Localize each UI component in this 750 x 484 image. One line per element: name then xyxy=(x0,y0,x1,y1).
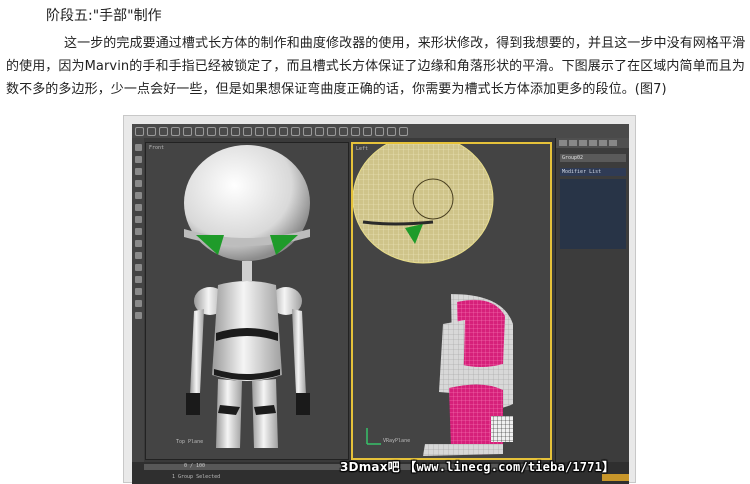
tool-icon[interactable] xyxy=(134,288,142,295)
site-watermark: 3Dmax吧 【www.linecg.com/tieba/1771】 xyxy=(340,458,614,475)
hierarchy-tab-icon[interactable] xyxy=(579,140,587,146)
curve-editor-icon[interactable] xyxy=(351,126,360,136)
3dsmax-window: Front Top Plane Left VRayPlane Group02 M… xyxy=(132,124,629,484)
viewport-footer-label: Top Plane xyxy=(176,439,204,445)
layer-icon[interactable] xyxy=(339,126,348,136)
main-toolbar xyxy=(132,124,629,138)
marvin-shaded-render xyxy=(184,145,310,448)
tool-icon[interactable] xyxy=(134,240,142,247)
move-icon[interactable] xyxy=(219,126,228,136)
modify-tab-icon[interactable] xyxy=(569,140,577,146)
motion-tab-icon[interactable] xyxy=(589,140,597,146)
link-icon[interactable] xyxy=(159,126,168,136)
tool-icon[interactable] xyxy=(134,144,142,151)
modifier-list-dropdown[interactable]: Modifier List xyxy=(560,168,626,176)
tool-icon[interactable] xyxy=(134,192,142,199)
display-tab-icon[interactable] xyxy=(599,140,607,146)
select-by-name-icon[interactable] xyxy=(195,126,204,136)
tool-icon[interactable] xyxy=(134,300,142,307)
modifier-stack[interactable] xyxy=(560,179,626,249)
body-paragraph: 这一步的完成要通过槽式长方体的制作和曲度修改器的使用，来形状修改，得到我想要的，… xyxy=(6,36,746,97)
utilities-tab-icon[interactable] xyxy=(609,140,617,146)
tool-icon[interactable] xyxy=(134,204,142,211)
section-heading: 阶段五:"手部"制作 xyxy=(46,8,162,24)
tool-icon[interactable] xyxy=(134,228,142,235)
tool-icon[interactable] xyxy=(134,264,142,271)
tool-icon[interactable] xyxy=(134,252,142,259)
unlink-icon[interactable] xyxy=(171,126,180,136)
command-panel: Group02 Modifier List xyxy=(555,138,629,462)
tool-icon[interactable] xyxy=(134,216,142,223)
left-viewport-active[interactable]: Left VRayPlane xyxy=(351,142,552,460)
object-name-field[interactable]: Group02 xyxy=(560,154,626,162)
tool-icon[interactable] xyxy=(134,168,142,175)
marvin-wireframe-render xyxy=(353,144,513,456)
select-icon[interactable] xyxy=(183,126,192,136)
mirror-icon[interactable] xyxy=(315,126,324,136)
left-tool-strip xyxy=(132,138,144,468)
region-select-icon[interactable] xyxy=(207,126,216,136)
viewport-label[interactable]: Front xyxy=(149,145,164,151)
undo-icon[interactable] xyxy=(135,126,144,136)
angle-snap-icon[interactable] xyxy=(291,126,300,136)
create-tab-icon[interactable] xyxy=(559,140,567,146)
schematic-icon[interactable] xyxy=(363,126,372,136)
align-icon[interactable] xyxy=(327,126,336,136)
watermark-brand: 3Dmax吧 xyxy=(340,460,400,474)
viewport-label[interactable]: Left xyxy=(356,146,368,152)
render-setup-icon[interactable] xyxy=(387,126,396,136)
pivot-icon[interactable] xyxy=(267,126,276,136)
render-icon[interactable] xyxy=(399,126,408,136)
tool-icon[interactable] xyxy=(134,276,142,283)
selected-key-button[interactable] xyxy=(602,474,629,481)
reference-coord-icon[interactable] xyxy=(255,126,264,136)
time-slider-frame: 0 / 100 xyxy=(184,463,206,469)
selection-status: 1 Group Selected xyxy=(172,474,221,480)
viewport-footer-label: VRayPlane xyxy=(383,438,411,444)
tool-icon[interactable] xyxy=(134,180,142,187)
scale-icon[interactable] xyxy=(243,126,252,136)
watermark-url: 【www.linecg.com/tieba/1771】 xyxy=(404,460,615,474)
snap-icon[interactable] xyxy=(279,126,288,136)
redo-icon[interactable] xyxy=(147,126,156,136)
rotate-icon[interactable] xyxy=(231,126,240,136)
tool-icon[interactable] xyxy=(134,156,142,163)
tool-icon[interactable] xyxy=(134,312,142,319)
figure-7-screenshot: Front Top Plane Left VRayPlane Group02 M… xyxy=(123,115,636,484)
percent-snap-icon[interactable] xyxy=(303,126,312,136)
command-panel-tabs xyxy=(556,138,629,148)
front-viewport[interactable]: Front Top Plane xyxy=(145,142,349,460)
material-editor-icon[interactable] xyxy=(375,126,384,136)
